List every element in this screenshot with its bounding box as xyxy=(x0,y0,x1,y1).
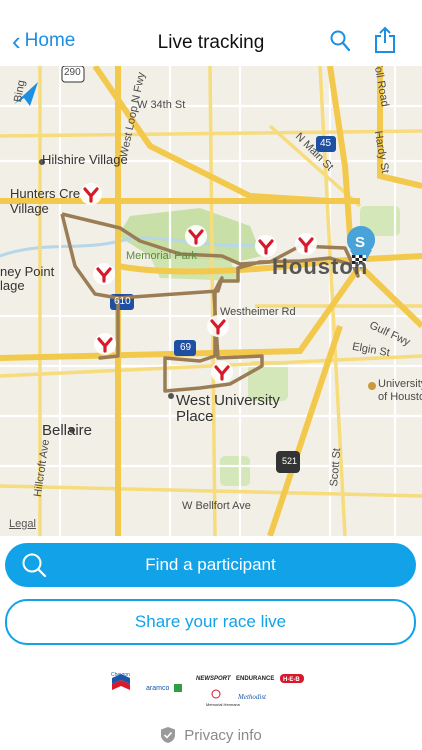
route-map[interactable]: 290 W 34th St Hilshire Village Hunters C… xyxy=(0,66,422,536)
city-label: Houston xyxy=(272,254,369,279)
find-participant-button[interactable]: Find a participant xyxy=(5,543,416,587)
street-label: W Bellfort Ave xyxy=(182,500,251,512)
area-label: Bellaire xyxy=(42,422,93,439)
map-legal-link[interactable]: Legal xyxy=(9,518,36,530)
area-label: ney Point xyxy=(0,264,55,279)
area-label: Place xyxy=(176,408,214,425)
map-canvas xyxy=(0,66,422,536)
privacy-info-label: Privacy info xyxy=(184,726,262,744)
poi-label: University xyxy=(378,378,422,390)
svg-text:ENDURANCE: ENDURANCE xyxy=(236,676,274,682)
poi-label: of Housto xyxy=(378,391,422,403)
svg-text:Methodist: Methodist xyxy=(237,693,267,701)
area-label: lage xyxy=(0,278,25,293)
svg-text:Chevron: Chevron xyxy=(111,672,130,678)
hwy-69-shield-label: 69 xyxy=(180,342,192,353)
area-label: West University xyxy=(176,392,280,409)
start-marker-label: S xyxy=(355,234,366,251)
checkpoint-marker xyxy=(80,183,102,205)
street-label: W 34th St xyxy=(137,99,186,111)
area-label: Hunters Cre xyxy=(10,186,81,201)
area-label: Hilshire Village xyxy=(42,152,128,167)
share-icon[interactable] xyxy=(374,26,396,59)
hwy-521-shield-label: 521 xyxy=(282,456,298,466)
privacy-info-link[interactable]: Privacy info xyxy=(0,726,422,744)
svg-text:aramco: aramco xyxy=(146,685,169,692)
search-icon xyxy=(21,552,47,583)
search-icon[interactable] xyxy=(330,30,351,57)
area-label: Village xyxy=(10,201,49,216)
find-participant-label: Find a participant xyxy=(145,555,276,574)
street-label: Westheimer Rd xyxy=(220,306,296,318)
nav-bar: ‹ Home Live tracking xyxy=(0,0,422,66)
checkpoint-marker xyxy=(295,233,317,255)
svg-text:Memorial Hermann: Memorial Hermann xyxy=(206,702,240,707)
share-race-button[interactable]: Share your race live xyxy=(5,599,416,645)
checkpoint-marker xyxy=(207,315,229,337)
shield-check-icon xyxy=(161,727,176,743)
park-label: Memorial Park xyxy=(126,250,197,262)
share-race-label: Share your race live xyxy=(134,612,287,631)
sponsor-logos: Chevron aramco NEWSPORT ENDURANCE H-E-B … xyxy=(110,672,310,708)
checkpoint-marker xyxy=(211,361,233,383)
page-title: Live tracking xyxy=(157,32,265,53)
hwy-290-shield-label: 290 xyxy=(64,67,81,78)
svg-text:H-E-B: H-E-B xyxy=(283,677,300,683)
hwy-45-shield-label: 45 xyxy=(320,138,332,149)
checkpoint-marker xyxy=(94,333,116,355)
svg-text:NEWSPORT: NEWSPORT xyxy=(196,676,232,682)
hwy-610-shield-label: 610 xyxy=(114,296,131,307)
checkpoint-marker xyxy=(185,225,207,247)
checkpoint-marker xyxy=(93,263,115,285)
